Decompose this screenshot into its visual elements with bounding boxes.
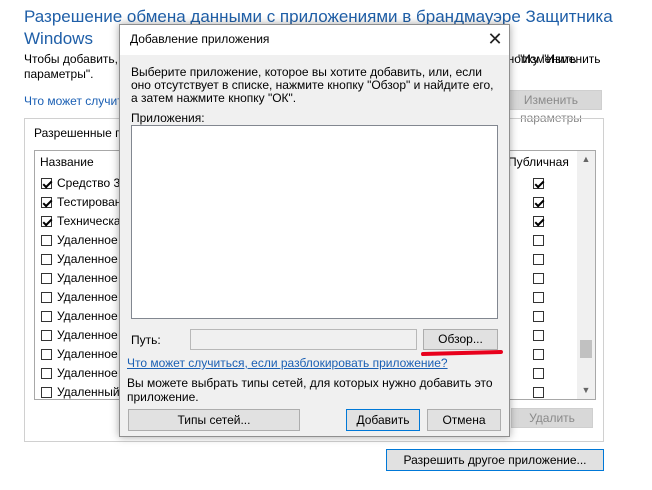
page-description-right: "Изменить (518, 52, 577, 66)
scrollbar-thumb[interactable] (580, 340, 592, 358)
network-types-info: Вы можете выбрать типы сетей, для которы… (127, 376, 493, 404)
apps-list[interactable] (131, 125, 498, 319)
browse-button[interactable]: Обзор... (423, 329, 498, 350)
add-button[interactable]: Добавить (346, 409, 420, 431)
row-checkbox[interactable] (41, 387, 52, 398)
column-header-name[interactable]: Название (40, 155, 94, 169)
row-public-checkbox[interactable] (533, 178, 544, 189)
list-scrollbar[interactable] (577, 151, 595, 399)
row-public-checkbox[interactable] (533, 387, 544, 398)
path-label: Путь: (131, 333, 161, 347)
cancel-button[interactable]: Отмена (427, 409, 501, 431)
row-checkbox[interactable] (41, 178, 52, 189)
row-checkbox[interactable] (41, 273, 52, 284)
column-header-public[interactable]: Публичная (508, 155, 569, 169)
row-checkbox[interactable] (41, 349, 52, 360)
row-checkbox[interactable] (41, 216, 52, 227)
dialog-instructions: Выберите приложение, которое вы хотите д… (131, 65, 494, 105)
row-public-checkbox[interactable] (533, 311, 544, 322)
row-checkbox[interactable] (41, 311, 52, 322)
unblock-risk-link[interactable]: Что может случиться, если разблокировать… (127, 356, 448, 370)
allow-other-app-button[interactable]: Разрешить другое приложение... (386, 449, 604, 471)
scroll-up-arrow-icon[interactable]: ▲ (577, 151, 595, 167)
row-checkbox[interactable] (41, 330, 52, 341)
close-icon[interactable]: ✕ (484, 27, 506, 51)
delete-button[interactable]: Удалить (511, 408, 593, 428)
row-public-checkbox[interactable] (533, 368, 544, 379)
row-checkbox[interactable] (41, 235, 52, 246)
apps-list-label: Приложения: (131, 111, 205, 125)
row-checkbox[interactable] (41, 254, 52, 265)
path-input[interactable] (190, 329, 417, 350)
network-types-button[interactable]: Типы сетей... (128, 409, 300, 431)
row-public-checkbox[interactable] (533, 292, 544, 303)
row-public-checkbox[interactable] (533, 349, 544, 360)
row-public-checkbox[interactable] (533, 273, 544, 284)
row-public-checkbox[interactable] (533, 330, 544, 341)
row-checkbox[interactable] (41, 368, 52, 379)
change-settings-button[interactable]: Изменить параметры (500, 90, 602, 125)
row-public-checkbox[interactable] (533, 216, 544, 227)
dialog-title: Добавление приложения (130, 32, 270, 46)
scroll-down-arrow-icon[interactable]: ▼ (577, 382, 595, 398)
row-public-checkbox[interactable] (533, 235, 544, 246)
row-checkbox[interactable] (41, 197, 52, 208)
row-checkbox[interactable] (41, 292, 52, 303)
row-public-checkbox[interactable] (533, 254, 544, 265)
row-public-checkbox[interactable] (533, 197, 544, 208)
